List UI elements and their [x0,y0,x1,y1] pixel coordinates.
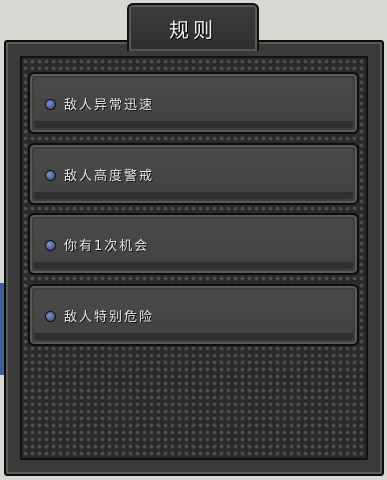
bullet-icon [45,240,56,251]
bullet-icon [45,311,56,322]
rule-item-2[interactable]: 敌人高度警戒 [28,143,359,205]
rule-label: 敌人特别危险 [64,310,155,325]
rule-item-1[interactable]: 敌人异常迅速 [28,72,359,134]
rule-item-4[interactable]: 敌人特别危险 [28,284,359,346]
panel-title: 规则 [169,17,217,42]
bullet-icon [45,99,56,110]
title-tab: 规则 [127,3,259,51]
rule-label: 敌人高度警戒 [64,169,155,184]
rule-label: 敌人异常迅速 [64,98,155,113]
bullet-icon [45,170,56,181]
rule-item-3[interactable]: 你有1次机会 [28,213,359,275]
rule-label: 你有1次机会 [64,239,150,254]
